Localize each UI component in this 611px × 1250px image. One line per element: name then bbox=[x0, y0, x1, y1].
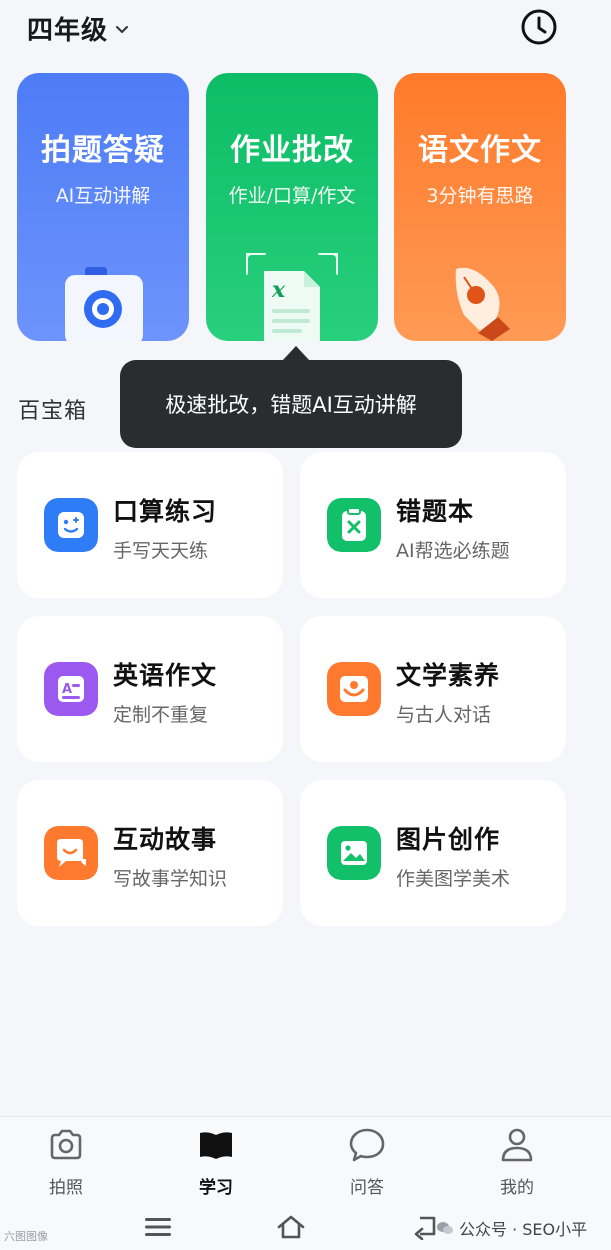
tool-card-english-essay[interactable]: A 英语作文 定制不重复 bbox=[17, 616, 283, 762]
menu-icon[interactable] bbox=[143, 1214, 173, 1240]
clipboard-x-icon bbox=[327, 498, 381, 552]
svg-text:A: A bbox=[62, 682, 72, 697]
watermark-left: 六图图像 bbox=[4, 1230, 48, 1243]
tab-bar: 拍照 学习 问答 我的 bbox=[0, 1116, 611, 1200]
tab-study[interactable]: 学习 bbox=[166, 1125, 266, 1198]
tab-photo[interactable]: 拍照 bbox=[16, 1125, 116, 1198]
tool-card-image-creation[interactable]: 图片创作 作美图学美术 bbox=[300, 780, 566, 926]
clock-icon[interactable] bbox=[520, 8, 558, 46]
image-icon bbox=[327, 826, 381, 880]
book-icon bbox=[200, 1132, 232, 1159]
svg-text:x: x bbox=[271, 277, 286, 303]
tooltip-arrow bbox=[282, 346, 310, 361]
person-icon bbox=[501, 1128, 533, 1162]
smile-face-icon bbox=[44, 498, 98, 552]
watermark-text: 公众号 · SEO小平 bbox=[459, 1220, 588, 1239]
tool-title: 口算练习 bbox=[113, 497, 218, 526]
home-icon[interactable] bbox=[276, 1214, 306, 1240]
tool-title: 图片创作 bbox=[396, 825, 501, 854]
tool-subtitle: 写故事学知识 bbox=[113, 868, 228, 890]
tool-subtitle: 与古人对话 bbox=[396, 704, 492, 726]
tab-qa[interactable]: 问答 bbox=[317, 1125, 417, 1198]
feature-title: 拍题答疑 bbox=[41, 133, 165, 168]
scan-document-icon: x bbox=[246, 253, 338, 341]
section-title: 百宝箱 bbox=[18, 399, 88, 424]
feature-subtitle: 3分钟有思路 bbox=[426, 185, 534, 207]
tab-mine[interactable]: 我的 bbox=[467, 1125, 567, 1198]
tool-title: 英语作文 bbox=[113, 661, 218, 690]
tab-label: 拍照 bbox=[49, 1178, 83, 1198]
feature-subtitle: 作业/口算/作文 bbox=[228, 185, 356, 207]
tool-title: 文学素养 bbox=[396, 661, 501, 690]
feature-title: 语文作文 bbox=[418, 133, 542, 168]
header: 四年级 bbox=[0, 0, 611, 60]
grade-selector[interactable]: 四年级 bbox=[27, 10, 130, 47]
letter-a-icon: A bbox=[44, 662, 98, 716]
feature-card-photo-question[interactable]: 拍题答疑 AI互动讲解 bbox=[17, 73, 189, 341]
camera-icon bbox=[50, 1129, 82, 1160]
wechat-icon bbox=[437, 1222, 453, 1234]
feature-card-chinese-essay[interactable]: 语文作文 3分钟有思路 bbox=[394, 73, 566, 341]
tool-subtitle: 手写天天练 bbox=[113, 540, 209, 562]
tool-subtitle: 定制不重复 bbox=[113, 704, 209, 726]
tooltip: 极速批改，错题AI互动讲解 bbox=[120, 360, 462, 448]
chevron-down-icon bbox=[116, 25, 129, 33]
tool-card-oral-math[interactable]: 口算练习 手写天天练 bbox=[17, 452, 283, 598]
feature-subtitle: AI互动讲解 bbox=[55, 185, 151, 207]
tool-card-mistake-book[interactable]: 错题本 AI帮选必练题 bbox=[300, 452, 566, 598]
tool-card-interactive-story[interactable]: 互动故事 写故事学知识 bbox=[17, 780, 283, 926]
feature-title: 作业批改 bbox=[230, 133, 354, 168]
grade-label: 四年级 bbox=[27, 16, 109, 46]
tab-label: 问答 bbox=[350, 1178, 384, 1198]
tool-subtitle: 作美图学美术 bbox=[396, 868, 511, 890]
pen-nib-icon bbox=[455, 267, 510, 341]
tab-label: 我的 bbox=[500, 1178, 534, 1198]
chat-icon bbox=[349, 1128, 385, 1162]
chat-bubbles-icon bbox=[44, 826, 98, 880]
book-open-icon bbox=[327, 662, 381, 716]
tab-label: 学习 bbox=[199, 1178, 233, 1198]
tool-card-literature[interactable]: 文学素养 与古人对话 bbox=[300, 616, 566, 762]
tool-subtitle: AI帮选必练题 bbox=[396, 540, 510, 562]
camera-icon bbox=[65, 267, 143, 341]
tooltip-text: 极速批改，错题AI互动讲解 bbox=[165, 393, 417, 417]
tool-title: 互动故事 bbox=[113, 825, 218, 854]
watermark-right: 公众号 · SEO小平 bbox=[436, 1216, 587, 1240]
tool-title: 错题本 bbox=[396, 497, 475, 526]
feature-card-homework-check[interactable]: 作业批改 作业/口算/作文 x bbox=[206, 73, 378, 341]
